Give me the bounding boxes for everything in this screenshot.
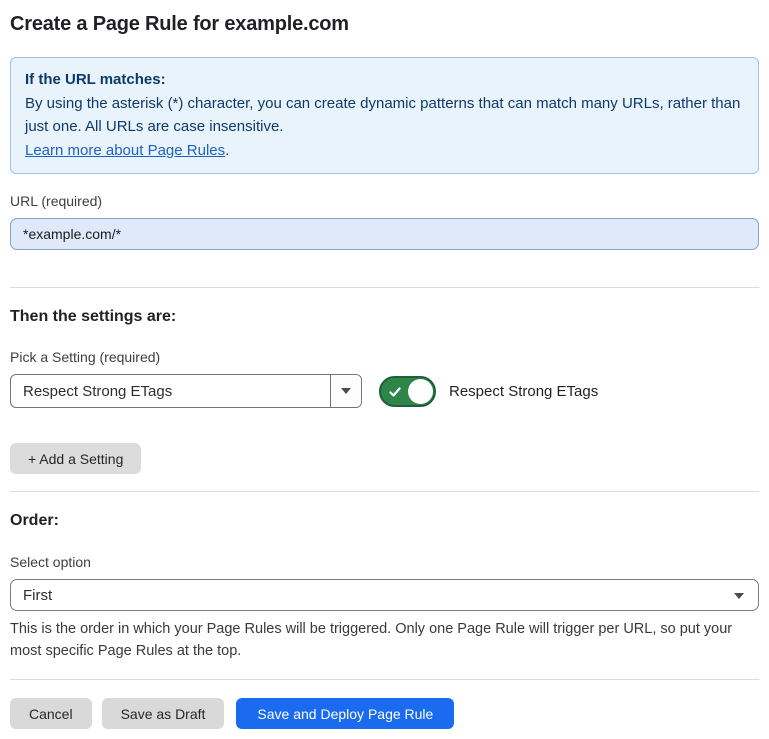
dropdown-arrow-icon [341,388,351,394]
cancel-button[interactable]: Cancel [10,698,92,729]
respect-strong-etags-toggle[interactable] [379,376,436,407]
section-divider [10,491,759,492]
pick-setting-label: Pick a Setting (required) [10,349,759,365]
info-box-heading: If the URL matches: [25,68,744,92]
order-help-text: This is the order in which your Page Rul… [10,618,759,662]
page-title: Create a Page Rule for example.com [10,13,759,36]
settings-section-heading: Then the settings are: [10,308,759,326]
select-arrow-icon [734,593,744,599]
create-page-rule-panel: Create a Page Rule for example.com If th… [0,0,769,739]
check-icon [389,386,401,398]
footer-actions: Cancel Save as Draft Save and Deploy Pag… [10,698,759,729]
toggle-knob [408,379,433,404]
setting-picker-dropdown[interactable]: Respect Strong ETags [10,374,362,408]
setting-row: Respect Strong ETags Respect Strong ETag… [10,374,759,408]
learn-more-link[interactable]: Learn more about Page Rules [25,142,225,159]
info-box-body: By using the asterisk (*) character, you… [25,92,744,139]
order-select-value: First [23,587,52,604]
toggle-label: Respect Strong ETags [449,383,598,400]
setting-picker-value: Respect Strong ETags [11,375,330,407]
url-input[interactable] [10,218,759,250]
setting-toggle-group: Respect Strong ETags [379,376,598,407]
info-box-link-row: Learn more about Page Rules. [25,139,744,163]
section-divider [10,679,759,680]
order-select-dropdown[interactable]: First [10,579,759,611]
add-setting-button[interactable]: + Add a Setting [10,443,141,474]
section-divider [10,287,759,288]
order-section-heading: Order: [10,512,759,530]
url-match-info-box: If the URL matches: By using the asteris… [10,57,759,174]
url-field-label: URL (required) [10,193,759,209]
save-as-draft-button[interactable]: Save as Draft [102,698,225,729]
save-and-deploy-button[interactable]: Save and Deploy Page Rule [236,698,454,729]
setting-picker-arrow-button[interactable] [330,375,361,407]
order-select-label: Select option [10,554,759,570]
link-suffix: . [225,142,229,159]
